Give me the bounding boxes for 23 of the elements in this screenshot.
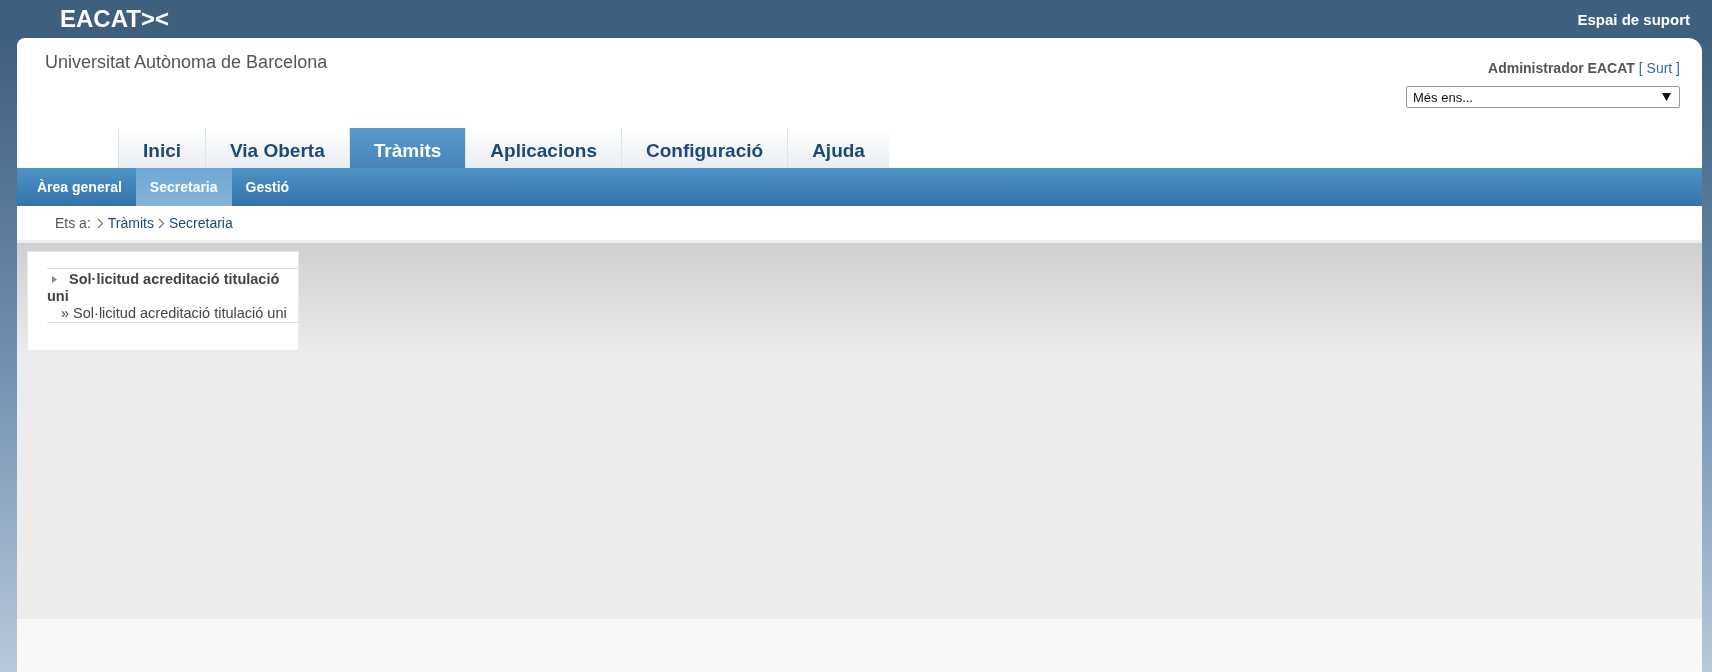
chevron-icon	[96, 217, 104, 229]
sub-nav-tab[interactable]: Àrea general	[23, 168, 136, 206]
nav-tab[interactable]: Tràmits	[348, 128, 466, 168]
nav-tab[interactable]: Aplicacions	[465, 128, 621, 168]
breadcrumb-label: Ets a:	[55, 215, 91, 231]
user-name: Administrador EACAT [ Surt ]	[1488, 60, 1680, 76]
nav-tab[interactable]: Ajuda	[787, 128, 889, 168]
support-link[interactable]: Espai de suport	[1577, 10, 1690, 28]
organization-name: Universitat Autònoma de Barcelona	[45, 52, 328, 74]
nav-tab[interactable]: Via Oberta	[205, 128, 349, 168]
menu-item[interactable]: Sol·licitud acreditació titulació uni	[47, 271, 282, 305]
sub-nav-tab[interactable]: Gestió	[231, 168, 304, 206]
logo: EACAT><	[60, 5, 169, 33]
nav-tab[interactable]: Inici	[118, 128, 205, 168]
submenu-item[interactable]: » Sol·licitud acreditació titulació uni	[47, 305, 300, 323]
entity-select[interactable]: Més ens...	[1406, 86, 1680, 108]
chevron-icon	[157, 217, 165, 229]
triangle-icon	[52, 276, 57, 283]
logout-link[interactable]: [ Surt ]	[1638, 60, 1680, 76]
dropdown-arrow-icon	[1662, 93, 1671, 101]
nav-tab[interactable]: Configuració	[620, 128, 788, 168]
breadcrumb-link[interactable]: Secretaria	[168, 215, 233, 231]
breadcrumb-link[interactable]: Tràmits	[107, 215, 154, 231]
